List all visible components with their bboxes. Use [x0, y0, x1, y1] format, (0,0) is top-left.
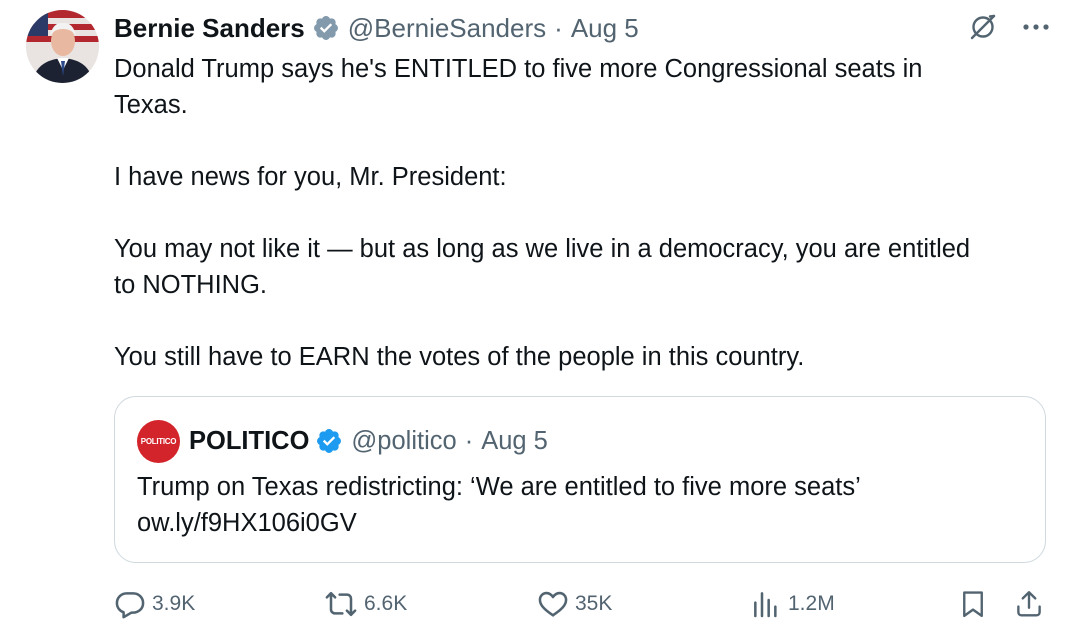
reply-button[interactable]: 3.9K [114, 584, 195, 624]
bookmark-button[interactable] [958, 584, 988, 624]
quoted-tweet-card[interactable]: POLITICO POLITICO @politico · Aug 5 Trum… [114, 396, 1046, 563]
author-avatar-image [26, 10, 99, 83]
analytics-icon [754, 592, 777, 618]
tweet-top-actions [968, 12, 1050, 42]
politico-avatar: POLITICO [137, 419, 180, 463]
repost-icon [325, 591, 357, 617]
grok-icon[interactable] [968, 12, 998, 42]
quoted-header-separator: · [464, 426, 474, 455]
view-count: 1.2M [788, 592, 835, 615]
verified-badge-icon [312, 14, 340, 42]
quoted-tweet-date: Aug 5 [481, 426, 548, 455]
tweet-header: Bernie Sanders @BernieSanders · Aug 5 [114, 10, 639, 46]
tweet-text: Donald Trump says he's ENTITLED to five … [114, 55, 971, 371]
heart-icon [538, 591, 568, 617]
quoted-tweet-text: Trump on Texas redistricting: ‘We are en… [137, 473, 861, 537]
share-button[interactable] [1014, 584, 1044, 624]
tweet-action-bar: 3.9K 6.6K 35K 1.2M [114, 584, 1046, 624]
quoted-author-handle: @politico [351, 426, 457, 455]
author-avatar[interactable] [26, 10, 99, 83]
more-options-icon[interactable] [1022, 23, 1050, 31]
tweet-date[interactable]: Aug 5 [571, 13, 639, 44]
author-name[interactable]: Bernie Sanders [114, 13, 305, 44]
repost-count: 6.6K [364, 592, 408, 615]
quoted-author-name: POLITICO [189, 426, 310, 455]
repost-button[interactable]: 6.6K [324, 584, 407, 624]
verified-badge-icon [315, 427, 343, 455]
share-icon [1017, 591, 1041, 617]
author-handle[interactable]: @BernieSanders [348, 13, 546, 44]
quoted-tweet-header: POLITICO POLITICO @politico · Aug 5 [137, 419, 548, 463]
bookmark-icon [963, 591, 983, 618]
reply-count: 3.9K [152, 592, 196, 615]
header-separator: · [554, 12, 563, 43]
like-button[interactable]: 35K [537, 584, 612, 624]
like-count: 35K [575, 592, 613, 615]
views-button[interactable]: 1.2M [750, 584, 835, 624]
reply-icon [115, 592, 145, 619]
